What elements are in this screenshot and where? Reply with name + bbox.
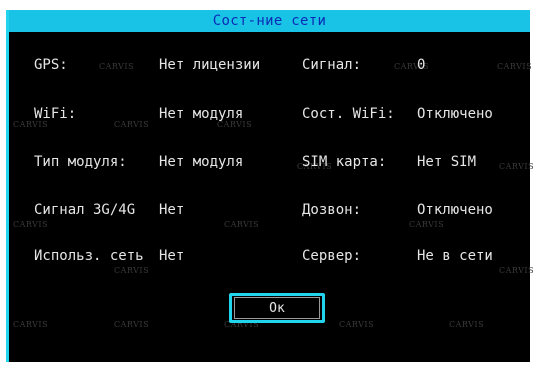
ok-button[interactable]: Ок bbox=[229, 293, 325, 323]
watermark: CARVIS bbox=[449, 320, 485, 329]
status-row-3g4g: Сигнал 3G/4G Нет Дозвон: Отключено bbox=[9, 200, 530, 220]
wifi-state-value: Отключено bbox=[417, 106, 493, 122]
watermark: CARVIS bbox=[13, 220, 49, 229]
gps-value: Нет лицензии bbox=[159, 57, 261, 73]
signal-value: 0 bbox=[417, 57, 426, 73]
server-label: Сервер: bbox=[302, 248, 362, 264]
module-type-value: Нет модуля bbox=[159, 154, 244, 170]
signal-label: Сигнал: bbox=[302, 57, 362, 73]
gps-label: GPS: bbox=[34, 57, 68, 73]
signal-3g4g-label: Сигнал 3G/4G bbox=[34, 202, 136, 218]
server-value: Не в сети bbox=[417, 248, 493, 264]
dial-label: Дозвон: bbox=[302, 202, 362, 218]
watermark: CARVIS bbox=[114, 266, 150, 275]
sim-card-value: Нет SIM bbox=[417, 154, 477, 170]
wifi-state-label: Сост. WiFi: bbox=[302, 106, 395, 122]
status-row-gps: GPS: Нет лицензии Сигнал: 0 bbox=[9, 55, 530, 75]
wifi-label: WiFi: bbox=[34, 106, 77, 122]
sim-card-label: SIM карта: bbox=[302, 154, 387, 170]
module-type-label: Тип модуля: bbox=[34, 154, 127, 170]
status-row-wifi: WiFi: Нет модуля Сост. WiFi: Отключено bbox=[9, 104, 530, 124]
watermark: CARVIS bbox=[409, 220, 445, 229]
status-row-network: Использ. сеть Нет Сервер: Не в сети bbox=[9, 246, 530, 266]
status-row-module-type: Тип модуля: Нет модуля SIM карта: Нет SI… bbox=[9, 152, 530, 172]
network-used-label: Использ. сеть bbox=[34, 248, 144, 264]
watermark: CARVIS bbox=[224, 220, 260, 229]
signal-3g4g-value: Нет bbox=[159, 202, 185, 218]
network-used-value: Нет bbox=[159, 248, 185, 264]
network-status-dialog: Сост-ние сети CARVIS CARVIS CARVIS CARVI… bbox=[6, 10, 533, 362]
ok-button-label: Ок bbox=[234, 297, 320, 319]
wifi-value: Нет модуля bbox=[159, 106, 244, 122]
watermark: CARVIS bbox=[499, 266, 533, 275]
watermark: CARVIS bbox=[339, 320, 375, 329]
watermark: CARVIS bbox=[13, 320, 49, 329]
watermark: CARVIS bbox=[114, 320, 150, 329]
dialog-title: Сост-ние сети bbox=[9, 10, 530, 32]
dial-value: Отключено bbox=[417, 202, 493, 218]
